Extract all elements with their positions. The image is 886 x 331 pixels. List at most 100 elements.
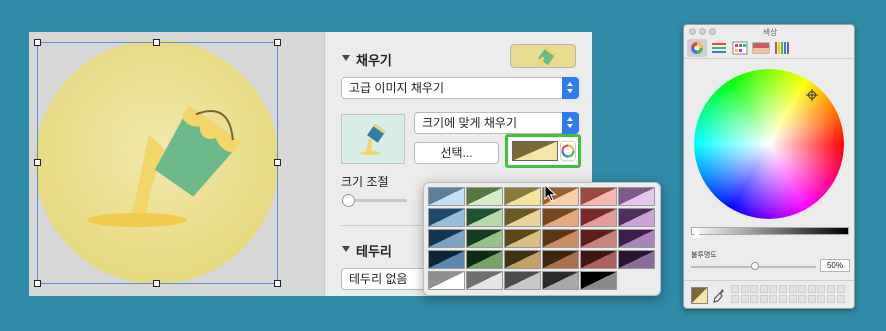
swatch-option[interactable] (542, 250, 579, 269)
resize-handle-ml[interactable] (34, 159, 41, 166)
empty-favorite-swatch[interactable] (779, 295, 787, 303)
empty-favorite-swatch[interactable] (817, 285, 826, 293)
swatch-option[interactable] (466, 250, 503, 269)
resize-handle-tr[interactable] (274, 39, 281, 46)
scale-mode-value: 크기에 맞게 채우기 (422, 116, 517, 130)
swatch-option[interactable] (428, 250, 465, 269)
empty-favorite-swatch[interactable] (740, 285, 749, 293)
resize-handle-bc[interactable] (153, 280, 160, 287)
eyedropper-icon[interactable] (713, 288, 725, 304)
color-wheel-tab-icon[interactable] (687, 39, 707, 57)
swatch-option[interactable] (504, 229, 541, 248)
empty-favorite-swatch[interactable] (788, 295, 797, 303)
empty-favorite-swatch[interactable] (798, 285, 807, 293)
fill-disclosure-icon[interactable] (342, 55, 350, 61)
empty-favorite-swatch[interactable] (836, 285, 845, 293)
document-canvas[interactable] (29, 32, 324, 296)
empty-favorite-swatch[interactable] (827, 295, 835, 303)
swatch-option[interactable] (504, 250, 541, 269)
swatch-option[interactable] (580, 271, 617, 290)
empty-favorite-swatch[interactable] (769, 295, 778, 303)
empty-favorite-swatch[interactable] (827, 285, 835, 293)
empty-favorite-swatch[interactable] (769, 285, 778, 293)
image-palettes-tab-icon[interactable] (751, 39, 771, 57)
current-color-swatch[interactable] (691, 287, 708, 304)
empty-favorite-swatch[interactable] (807, 295, 816, 303)
crayons-tab-icon[interactable] (772, 39, 792, 57)
section-divider (341, 225, 425, 226)
empty-favorite-swatch[interactable] (731, 295, 739, 303)
border-type-value: 테두리 없음 (349, 272, 408, 286)
swatch-option[interactable] (618, 187, 655, 206)
empty-favorite-swatch[interactable] (750, 285, 759, 293)
fill-type-popup[interactable]: 고급 이미지 채우기 (341, 77, 579, 99)
color-wheel-saturation (694, 69, 844, 219)
fill-type-value: 고급 이미지 채우기 (349, 81, 444, 95)
empty-favorite-swatch[interactable] (731, 285, 739, 293)
tint-color-swatch[interactable] (512, 141, 558, 161)
swatch-option[interactable] (542, 208, 579, 227)
resize-handle-tl[interactable] (34, 39, 41, 46)
selection-box (37, 42, 278, 284)
empty-favorite-swatch[interactable] (836, 295, 845, 303)
popup-arrows-icon (562, 77, 579, 99)
mouse-cursor-icon (544, 184, 557, 202)
swatch-popover (423, 182, 661, 296)
empty-favorite-swatch[interactable] (817, 295, 826, 303)
colors-bottom-bar (684, 280, 854, 308)
choose-image-button[interactable]: 선택... (414, 142, 499, 164)
swatch-option[interactable] (580, 229, 617, 248)
swatch-option[interactable] (580, 250, 617, 269)
empty-favorite-swatch[interactable] (779, 285, 787, 293)
swatch-option[interactable] (618, 208, 655, 227)
brightness-slider[interactable] (691, 227, 849, 235)
scale-slider-track[interactable] (347, 199, 407, 202)
empty-favorite-swatch[interactable] (759, 285, 768, 293)
scale-slider-knob[interactable] (342, 194, 355, 207)
swatch-option[interactable] (618, 229, 655, 248)
color-sliders-tab-icon[interactable] (709, 39, 729, 57)
swatch-option[interactable] (466, 208, 503, 227)
tint-color-well[interactable] (505, 134, 581, 168)
empty-favorite-swatch[interactable] (807, 285, 816, 293)
colors-toolbar (684, 37, 854, 59)
empty-favorite-swatch[interactable] (750, 295, 759, 303)
color-palettes-tab-icon[interactable] (730, 39, 750, 57)
swatch-option[interactable] (504, 208, 541, 227)
swatch-option[interactable] (428, 187, 465, 206)
fill-preview-button[interactable] (510, 44, 576, 68)
swatch-option[interactable] (466, 271, 503, 290)
swatch-option[interactable] (428, 208, 465, 227)
swatch-option[interactable] (504, 271, 541, 290)
resize-handle-bl[interactable] (34, 280, 41, 287)
swatch-option[interactable] (466, 229, 503, 248)
swatch-option[interactable] (580, 208, 617, 227)
opacity-slider-knob[interactable] (751, 262, 759, 270)
empty-favorite-swatch[interactable] (798, 295, 807, 303)
resize-handle-br[interactable] (274, 280, 281, 287)
scale-mode-popup[interactable]: 크기에 맞게 채우기 (414, 112, 579, 134)
swatch-option[interactable] (580, 187, 617, 206)
border-section-title: 테두리 (356, 244, 392, 259)
border-disclosure-icon[interactable] (342, 246, 350, 252)
resize-handle-mr[interactable] (274, 159, 281, 166)
swatch-option[interactable] (428, 271, 465, 290)
empty-favorite-swatch[interactable] (759, 295, 768, 303)
brightness-slider-knob[interactable] (693, 229, 701, 238)
color-wheel-icon (561, 144, 575, 158)
empty-favorite-swatch[interactable] (788, 285, 797, 293)
swatch-option[interactable] (542, 229, 579, 248)
swatch-grid (428, 187, 657, 293)
image-thumbnail[interactable] (341, 114, 405, 164)
color-wheel-button[interactable] (560, 141, 576, 161)
opacity-value-field[interactable]: 50% (820, 259, 850, 272)
color-wheel[interactable] (694, 69, 844, 219)
swatch-option[interactable] (542, 271, 579, 290)
swatch-option[interactable] (466, 187, 503, 206)
swatch-option[interactable] (504, 187, 541, 206)
swatch-option[interactable] (428, 229, 465, 248)
color-wheel-crosshair-icon[interactable] (806, 89, 818, 101)
resize-handle-tc[interactable] (153, 39, 160, 46)
empty-favorite-swatch[interactable] (740, 295, 749, 303)
swatch-option[interactable] (618, 250, 655, 269)
